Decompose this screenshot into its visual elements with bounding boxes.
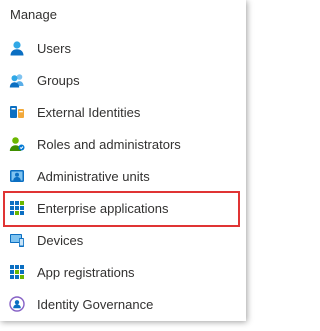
nav-item-groups[interactable]: Groups [0, 64, 246, 96]
user-icon [9, 40, 25, 56]
group-icon [9, 72, 25, 88]
nav-item-users[interactable]: Users [0, 32, 246, 64]
nav-item-label: Roles and administrators [37, 136, 181, 152]
nav-item-label: Devices [37, 232, 84, 248]
nav-item-app-registrations[interactable]: App registrations [0, 256, 246, 288]
nav-item-devices[interactable]: Devices [0, 224, 246, 256]
roles-admin-icon [9, 136, 25, 152]
nav-item-label: Users [37, 40, 71, 56]
nav-item-label: Groups [37, 72, 80, 88]
nav-list: Users Groups External Identities Roles a… [0, 32, 246, 320]
nav-item-label: External Identities [37, 104, 141, 120]
nav-item-administrative-units[interactable]: Administrative units [0, 160, 246, 192]
nav-item-identity-governance[interactable]: Identity Governance [0, 288, 246, 320]
nav-item-external-identities[interactable]: External Identities [0, 96, 246, 128]
external-identities-icon [9, 104, 25, 120]
enterprise-apps-icon [9, 200, 25, 216]
nav-item-label: App registrations [37, 264, 135, 280]
nav-item-label: Administrative units [37, 168, 150, 184]
devices-icon [9, 232, 25, 248]
nav-item-label: Identity Governance [37, 296, 154, 312]
admin-units-icon [9, 168, 25, 184]
nav-item-enterprise-applications[interactable]: Enterprise applications [0, 192, 246, 224]
section-title: Manage [10, 7, 57, 22]
manage-panel: Manage Users Groups External Identities … [0, 0, 246, 321]
identity-governance-icon [9, 296, 25, 312]
nav-item-roles-and-administrators[interactable]: Roles and administrators [0, 128, 246, 160]
nav-item-label: Enterprise applications [37, 200, 169, 216]
app-registrations-icon [9, 264, 25, 280]
